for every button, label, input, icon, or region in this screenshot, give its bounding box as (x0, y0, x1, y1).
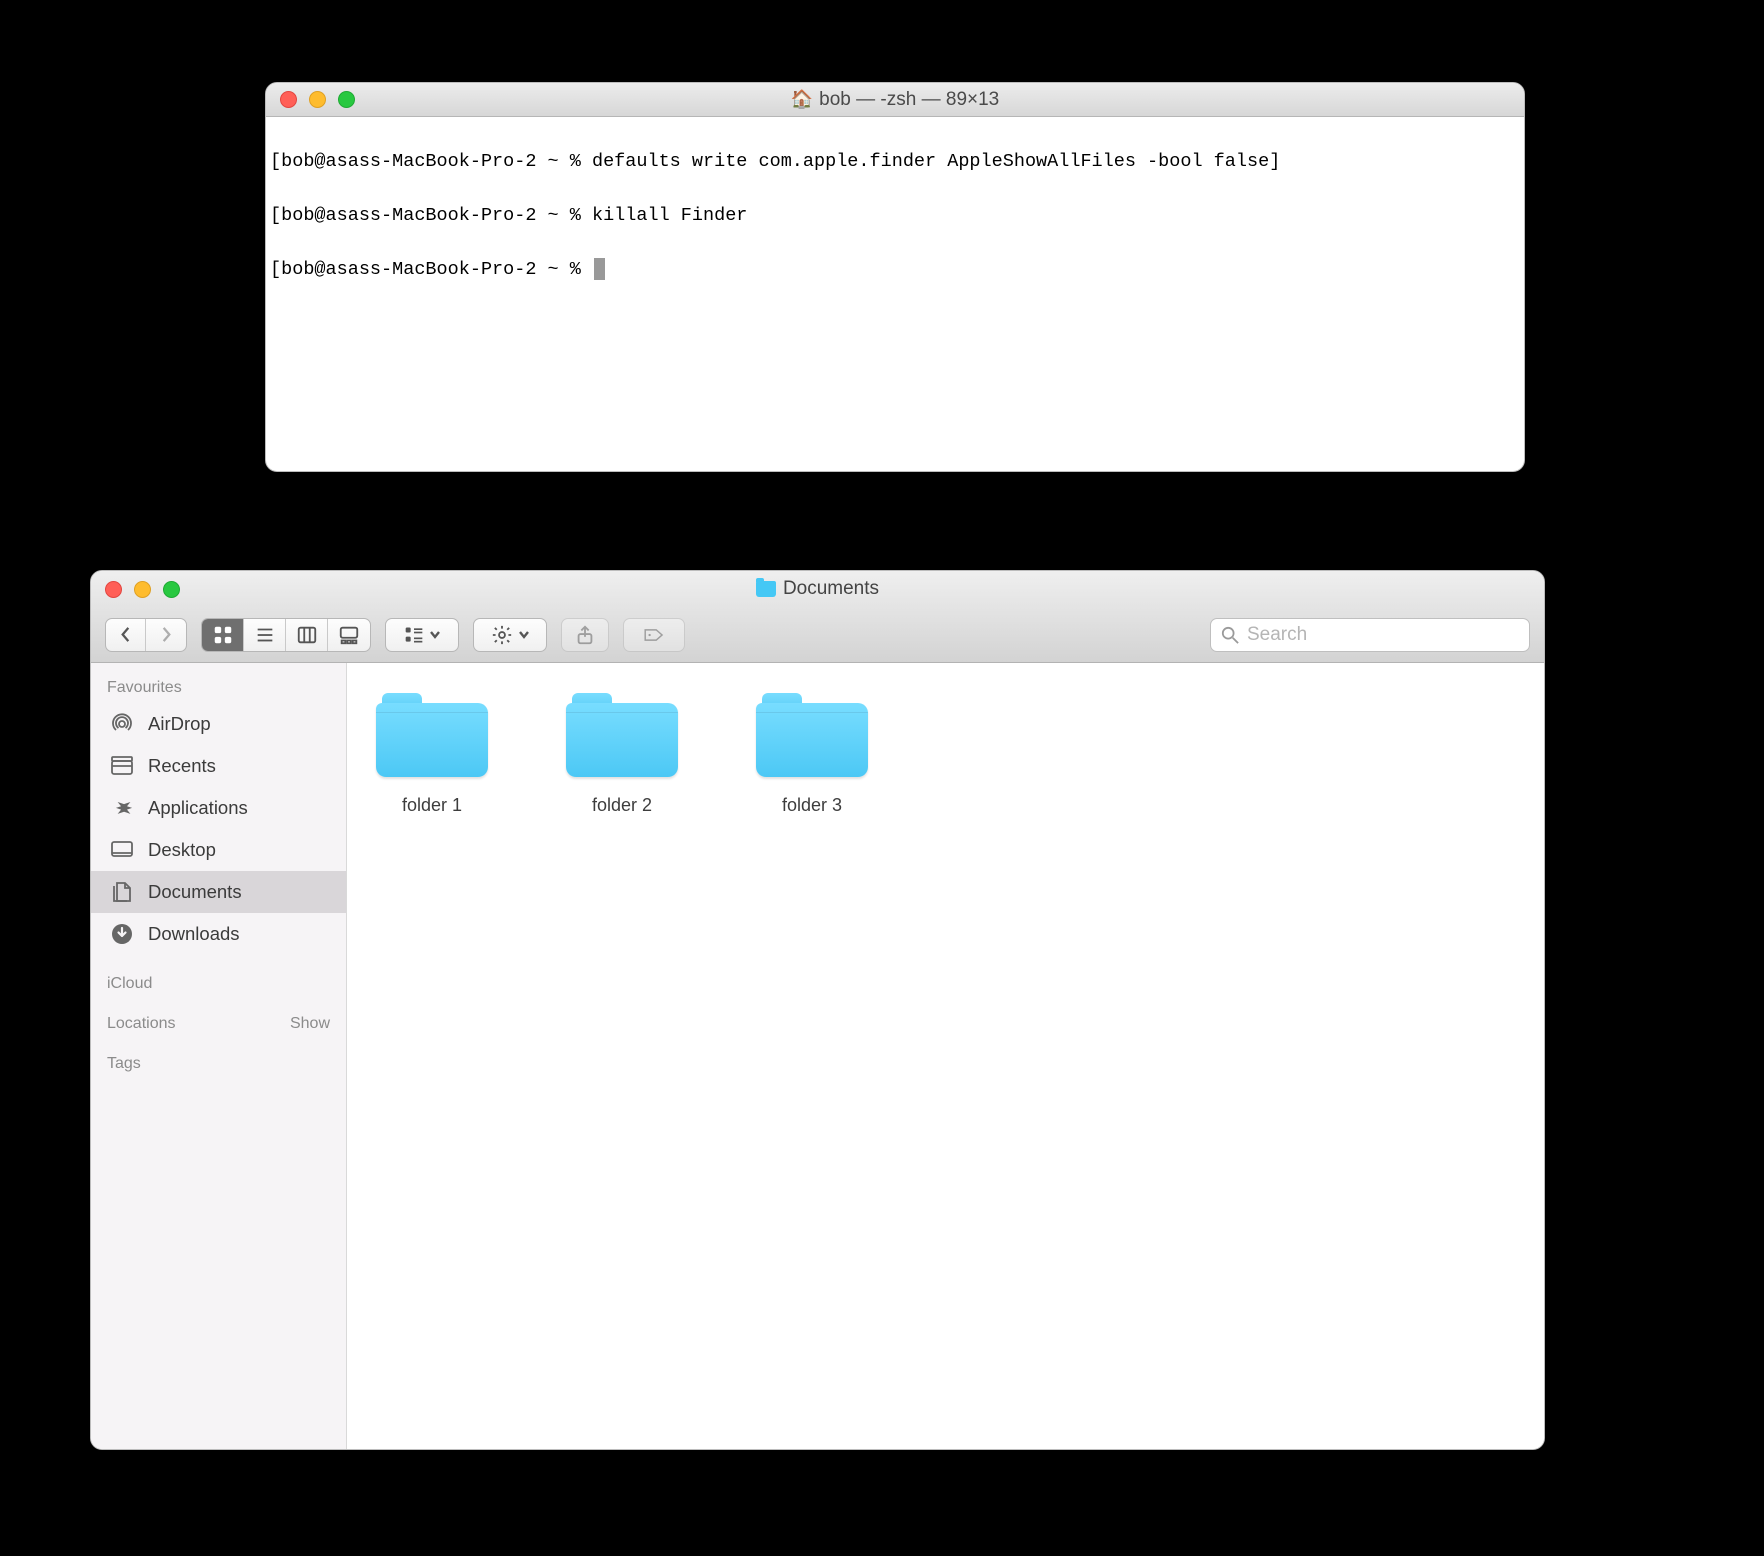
forward-button[interactable] (146, 619, 186, 651)
close-icon[interactable] (280, 91, 297, 108)
sidebar-item-label: Downloads (148, 923, 240, 945)
desktop-icon (109, 837, 135, 863)
terminal-titlebar[interactable]: 🏠 bob — -zsh — 89×13 (266, 83, 1524, 117)
sidebar-item-desktop[interactable]: Desktop (91, 829, 346, 871)
sidebar-item-label: Recents (148, 755, 216, 777)
sidebar-section-icloud[interactable]: iCloud (91, 969, 346, 999)
sidebar-item-airdrop[interactable]: AirDrop (91, 703, 346, 745)
folder-label: folder 3 (782, 795, 842, 816)
chevron-right-icon (160, 626, 173, 643)
sidebar-item-documents[interactable]: Documents (91, 871, 346, 913)
view-segment (201, 618, 371, 652)
documents-icon (109, 879, 135, 905)
folder-icon (756, 693, 868, 777)
sidebar-item-recents[interactable]: Recents (91, 745, 346, 787)
chevron-down-icon (430, 631, 440, 639)
folder-label: folder 2 (592, 795, 652, 816)
gallery-icon (338, 624, 360, 646)
sidebar-section-favourites[interactable]: Favourites (91, 673, 346, 703)
group-button[interactable] (385, 618, 459, 652)
sidebar-item-downloads[interactable]: Downloads (91, 913, 346, 955)
column-view-button[interactable] (286, 619, 328, 651)
sidebar-item-label: Documents (148, 881, 242, 903)
folder-icon (566, 693, 678, 777)
recents-icon (109, 753, 135, 779)
gallery-view-button[interactable] (328, 619, 370, 651)
cursor-icon (594, 258, 605, 280)
list-icon (254, 624, 276, 646)
icon-view-button[interactable] (202, 619, 244, 651)
search-field[interactable] (1210, 618, 1530, 652)
terminal-traffic-lights (266, 91, 355, 108)
sidebar-item-applications[interactable]: Applications (91, 787, 346, 829)
group-icon (404, 624, 424, 646)
action-button[interactable] (473, 618, 547, 652)
sidebar-section-tags[interactable]: Tags (91, 1049, 346, 1079)
chevron-down-icon (519, 631, 529, 639)
applications-icon (109, 795, 135, 821)
grid-icon (212, 624, 234, 646)
zoom-icon[interactable] (338, 91, 355, 108)
terminal-line: [bob@asass-MacBook-Pro-2 ~ % defaults wr… (270, 148, 1520, 175)
columns-icon (296, 624, 318, 646)
terminal-title: bob — -zsh — 89×13 (819, 89, 999, 111)
finder-traffic-lights (91, 581, 180, 598)
sidebar-section-locations[interactable]: Locations Show (91, 1009, 346, 1039)
folder-item[interactable]: folder 3 (747, 693, 877, 816)
search-input[interactable] (1247, 624, 1519, 646)
finder-title: Documents (783, 578, 879, 600)
home-icon: 🏠 (791, 89, 813, 110)
finder-body: Favourites AirDrop Recents Applications (91, 663, 1544, 1449)
chevron-left-icon (119, 626, 132, 643)
folder-item[interactable]: folder 1 (367, 693, 497, 816)
folder-icon (376, 693, 488, 777)
finder-toolbar (91, 607, 1544, 663)
terminal-body[interactable]: [bob@asass-MacBook-Pro-2 ~ % defaults wr… (266, 117, 1524, 341)
folder-item[interactable]: folder 2 (557, 693, 687, 816)
finder-content[interactable]: folder 1 folder 2 folder 3 (347, 663, 1544, 1449)
sidebar-item-label: Desktop (148, 839, 216, 861)
terminal-line: [bob@asass-MacBook-Pro-2 ~ % killall Fin… (270, 202, 1520, 229)
search-icon (1221, 626, 1239, 644)
downloads-icon (109, 921, 135, 947)
zoom-icon[interactable] (163, 581, 180, 598)
tags-button[interactable] (623, 618, 685, 652)
sidebar-item-label: Applications (148, 797, 248, 819)
list-view-button[interactable] (244, 619, 286, 651)
minimize-icon[interactable] (309, 91, 326, 108)
tag-icon (643, 624, 665, 646)
finder-window: Documents (90, 570, 1545, 1450)
folder-label: folder 1 (402, 795, 462, 816)
terminal-window: 🏠 bob — -zsh — 89×13 [bob@asass-MacBook-… (265, 82, 1525, 472)
airdrop-icon (109, 711, 135, 737)
minimize-icon[interactable] (134, 581, 151, 598)
share-icon (574, 624, 596, 646)
nav-segment (105, 618, 187, 652)
share-button[interactable] (561, 618, 609, 652)
finder-titlebar[interactable]: Documents (91, 571, 1544, 607)
close-icon[interactable] (105, 581, 122, 598)
folder-icon (756, 581, 776, 597)
terminal-line: [bob@asass-MacBook-Pro-2 ~ % (270, 256, 1520, 283)
finder-sidebar: Favourites AirDrop Recents Applications (91, 663, 347, 1449)
sidebar-item-label: AirDrop (148, 713, 211, 735)
gear-icon (491, 624, 513, 646)
back-button[interactable] (106, 619, 146, 651)
sidebar-show-button[interactable]: Show (290, 1015, 330, 1033)
